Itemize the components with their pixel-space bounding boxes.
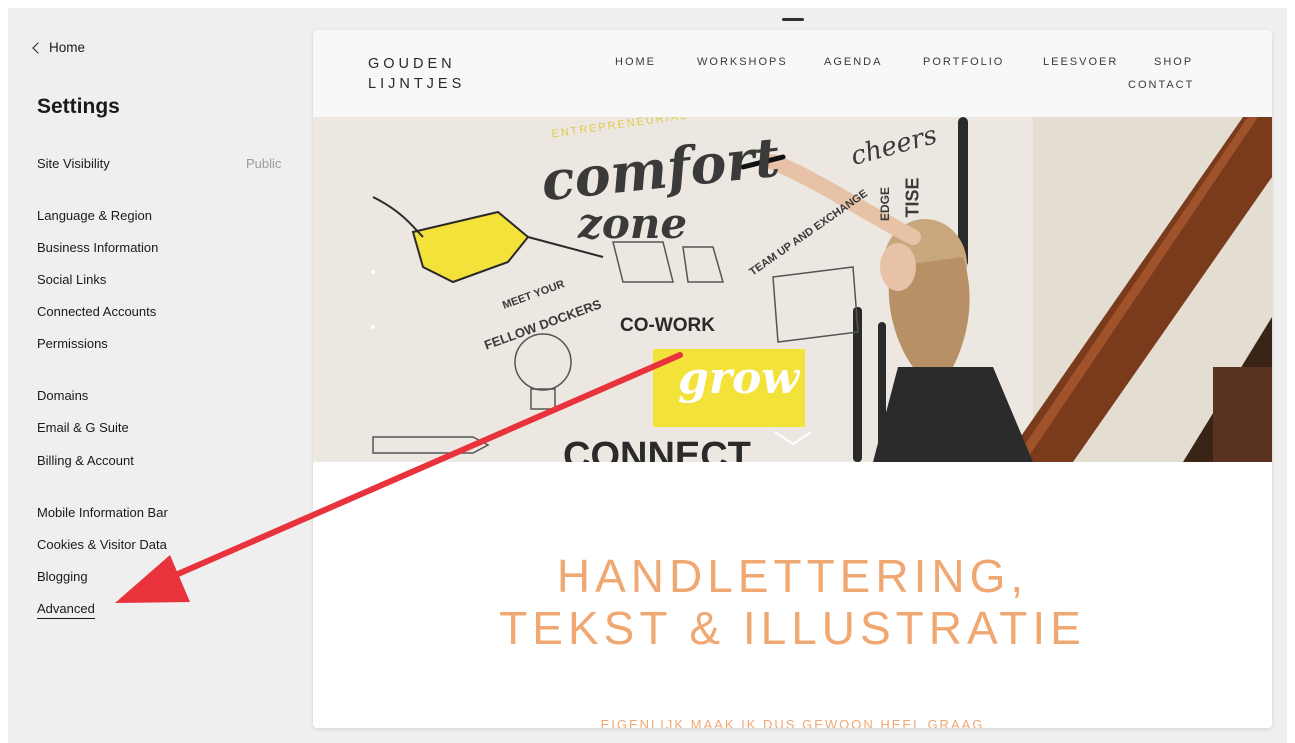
nav-home[interactable]: HOME — [615, 56, 656, 68]
logo-line-1: GOUDEN — [368, 56, 456, 72]
nav-portfolio[interactable]: PORTFOLIO — [923, 56, 1004, 68]
site-header: GOUDEN LIJNTJES HOME WORKSHOPS AGENDA PO… — [313, 30, 1272, 117]
nav-shop[interactable]: SHOP — [1154, 56, 1193, 68]
logo-line-2: LIJNTJES — [368, 76, 466, 92]
site-headline: HANDLETTERING, TEKST & ILLUSTRATIE — [313, 550, 1272, 654]
menu-item-connected-accounts[interactable]: Connected Accounts — [37, 304, 156, 319]
hero-text-tise: TISE — [902, 177, 923, 218]
nav-leesvoer[interactable]: LEESVOER — [1043, 56, 1118, 68]
nav-workshops[interactable]: WORKSHOPS — [697, 56, 788, 68]
hero-text-co-work: CO-WORK — [620, 315, 715, 336]
drag-handle[interactable] — [782, 18, 804, 21]
hero-text-zone: zone — [578, 199, 688, 248]
headline-line-1: HANDLETTERING, — [556, 550, 1029, 602]
site-preview: GOUDEN LIJNTJES HOME WORKSHOPS AGENDA PO… — [313, 30, 1272, 728]
menu-item-mobile-information-bar[interactable]: Mobile Information Bar — [37, 505, 168, 520]
back-home-link[interactable]: Home — [32, 40, 85, 55]
menu-item-permissions[interactable]: Permissions — [37, 336, 108, 351]
menu-item-email-gsuite[interactable]: Email & G Suite — [37, 420, 129, 435]
menu-item-business-information[interactable]: Business Information — [37, 240, 158, 255]
hero-image: ENTREPRENEURIAL comfort zone cheers EDGE… — [313, 117, 1272, 462]
menu-item-language-region[interactable]: Language & Region — [37, 208, 152, 223]
hero-illustration — [313, 117, 1272, 462]
nav-contact[interactable]: CONTACT — [1128, 79, 1194, 91]
page-title: Settings — [37, 95, 120, 118]
menu-item-blogging[interactable]: Blogging — [37, 569, 88, 584]
menu-item-cookies-visitor-data[interactable]: Cookies & Visitor Data — [37, 537, 167, 552]
menu-item-site-visibility[interactable]: Site Visibility — [37, 156, 110, 171]
settings-sidebar: Home Settings Site Visibility Public Lan… — [0, 0, 300, 743]
menu-item-social-links[interactable]: Social Links — [37, 272, 106, 287]
hero-text-grow: grow — [678, 353, 800, 404]
nav-agenda[interactable]: AGENDA — [824, 56, 882, 68]
menu-item-billing-account[interactable]: Billing & Account — [37, 453, 134, 468]
site-subheadline: EIGENLIJK MAAK IK DUS GEWOON HEEL GRAAG — [600, 717, 985, 728]
hero-text-edge: EDGE — [878, 186, 893, 222]
menu-item-advanced[interactable]: Advanced — [37, 601, 95, 619]
site-visibility-value: Public — [246, 156, 282, 171]
chevron-left-icon — [32, 41, 44, 54]
hero-text-connect: CONNECT — [563, 435, 751, 462]
back-home-label: Home — [49, 40, 86, 55]
headline-line-2: TEKST & ILLUSTRATIE — [499, 602, 1086, 654]
menu-item-domains[interactable]: Domains — [37, 388, 88, 403]
site-logo[interactable]: GOUDEN LIJNTJES — [368, 54, 465, 94]
